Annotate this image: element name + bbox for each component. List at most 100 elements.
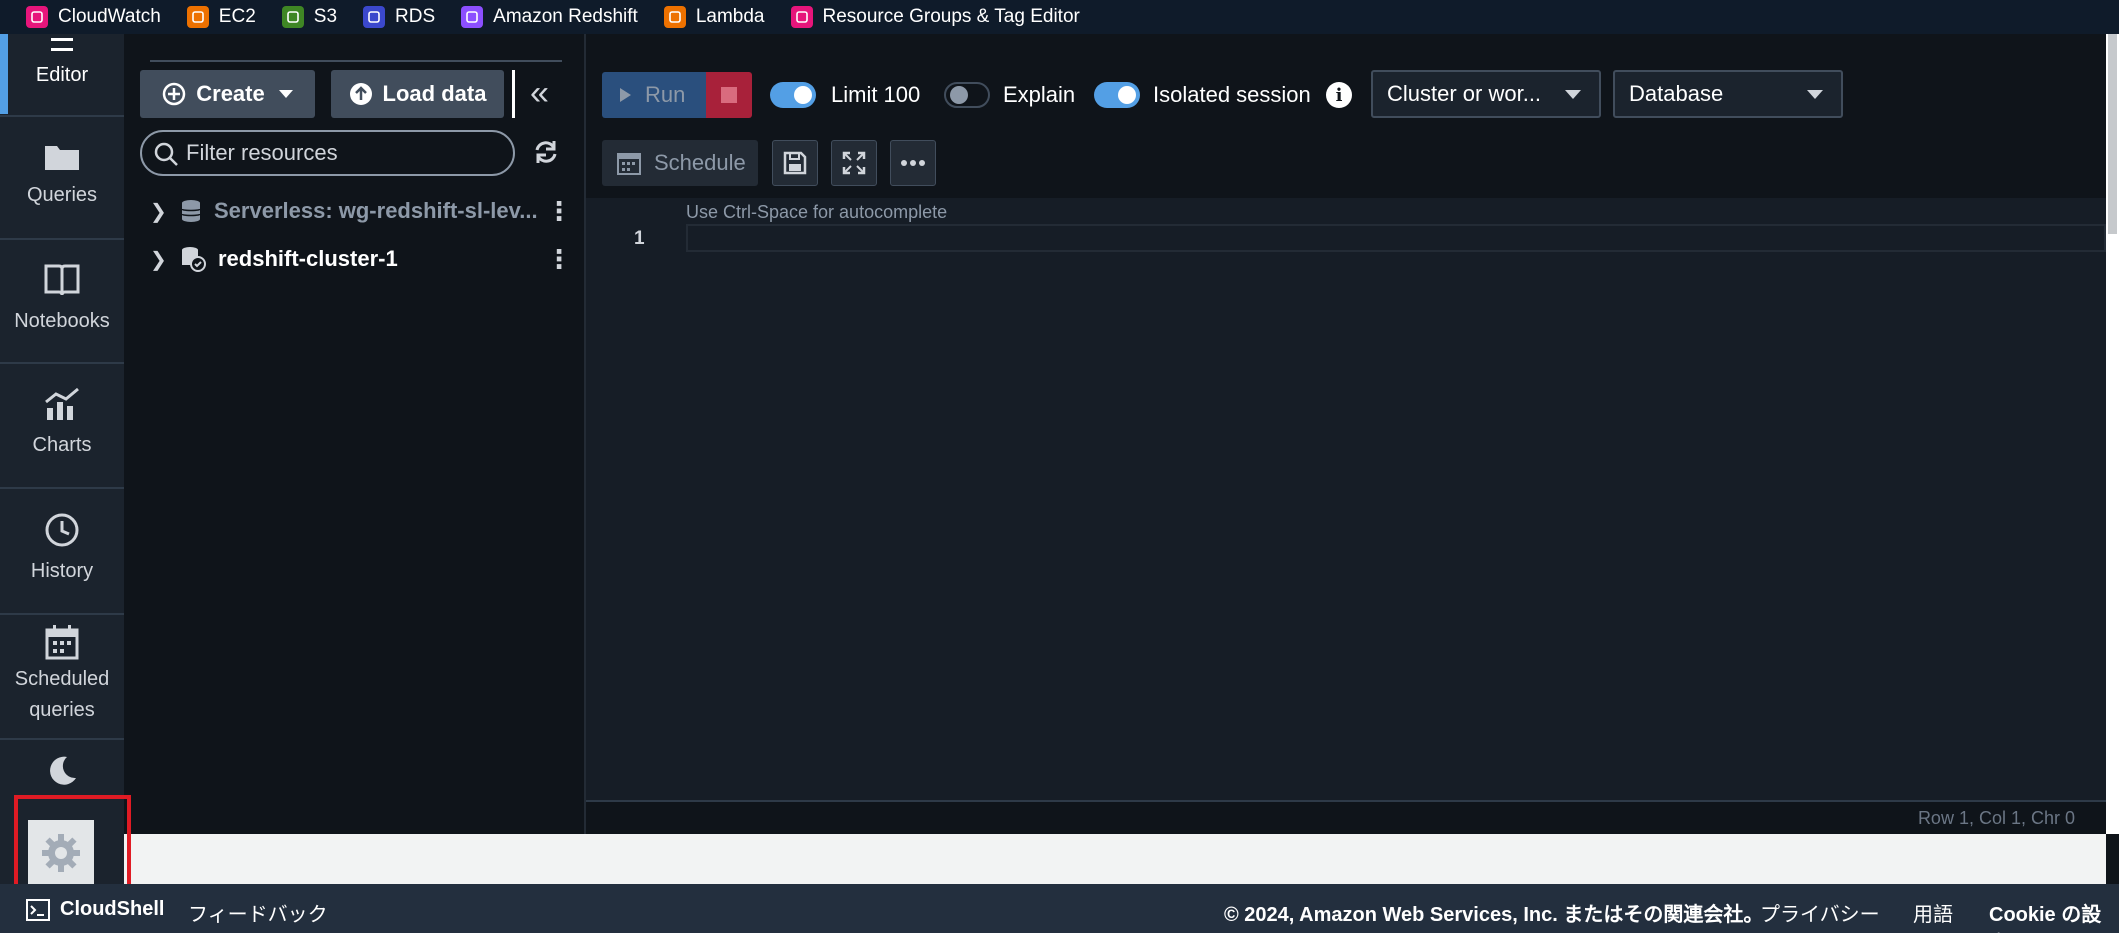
ec2-icon bbox=[186, 6, 209, 28]
feedback-link[interactable]: フィードバック bbox=[188, 898, 328, 927]
cloudwatch-icon bbox=[26, 6, 48, 28]
active-line[interactable] bbox=[686, 224, 2106, 252]
code-editor[interactable] bbox=[586, 198, 2106, 800]
console-footer: CloudShell フィードバック © 2024, Amazon Web Se… bbox=[0, 884, 2119, 933]
save-button[interactable] bbox=[772, 140, 818, 186]
page-bottom-band bbox=[124, 834, 2106, 884]
vertical-scrollbar[interactable] bbox=[2106, 34, 2119, 834]
database-icon bbox=[181, 200, 201, 222]
rail-item-history[interactable]: History bbox=[0, 512, 124, 587]
load-data-button[interactable]: Load data bbox=[331, 70, 504, 118]
rail-divider bbox=[0, 738, 124, 740]
database-select-value: Database bbox=[1629, 81, 1724, 106]
isolated-session-toggle[interactable] bbox=[1094, 82, 1140, 108]
more-options-icon[interactable]: ⋮ bbox=[546, 198, 572, 224]
plus-circle-icon bbox=[163, 82, 186, 106]
rail-label-notebooks: Notebooks bbox=[14, 310, 110, 332]
terms-link[interactable]: 用語 bbox=[1913, 898, 1953, 927]
play-icon bbox=[620, 88, 631, 102]
more-options-icon[interactable]: ⋮ bbox=[546, 246, 572, 272]
calendar-icon bbox=[617, 153, 641, 175]
favorite-label: Resource Groups & Tag Editor bbox=[822, 6, 1080, 27]
favorite-label: RDS bbox=[395, 6, 436, 27]
tree-item-serverless[interactable]: ❯ Serverless: wg-redshift-sl-lev... bbox=[150, 198, 538, 224]
fullscreen-button[interactable] bbox=[831, 140, 877, 186]
privacy-link[interactable]: プライバシー bbox=[1760, 898, 1880, 927]
caret-down-icon bbox=[1807, 90, 1823, 99]
limit-100-label: Limit 100 bbox=[831, 82, 921, 107]
scrollbar-thumb[interactable] bbox=[2108, 34, 2117, 234]
rail-item-scheduled-queries[interactable]: Scheduled queries bbox=[0, 624, 124, 726]
favorite-ec2[interactable]: EC2 bbox=[186, 0, 256, 34]
panel-header-divider bbox=[150, 34, 562, 62]
create-button[interactable]: Create bbox=[140, 70, 315, 118]
cluster-icon bbox=[182, 247, 206, 272]
tree-item-label: Serverless: wg-redshift-sl-lev... bbox=[214, 198, 538, 223]
schedule-button[interactable]: Schedule bbox=[602, 140, 758, 186]
favorite-resource-groups-tag-editor[interactable]: Resource Groups & Tag Editor bbox=[790, 0, 1080, 34]
cookie-settings-link[interactable]: Cookie の設定 bbox=[1989, 898, 2119, 933]
favorites-bar: CloudWatch EC2 S3 RDS Amazon Redshift Lambda R… bbox=[0, 0, 2119, 34]
more-actions-button[interactable] bbox=[890, 140, 936, 186]
stop-button[interactable] bbox=[706, 72, 752, 118]
rail-label-history: History bbox=[30, 560, 94, 582]
rail-item-editor[interactable]: Editor bbox=[0, 34, 124, 114]
editor-status-bar bbox=[586, 800, 2106, 834]
favorite-s3[interactable]: S3 bbox=[281, 0, 338, 34]
chevron-right-icon[interactable]: ❯ bbox=[150, 247, 180, 272]
rail-item-charts[interactable]: Charts bbox=[0, 386, 124, 461]
chart-icon bbox=[45, 387, 79, 420]
run-label: Run bbox=[645, 82, 686, 107]
rail-divider bbox=[0, 487, 124, 489]
cloudshell-link[interactable]: CloudShell bbox=[26, 898, 164, 921]
explain-toggle[interactable] bbox=[944, 82, 990, 108]
stop-icon bbox=[721, 87, 737, 103]
moon-icon bbox=[50, 756, 76, 785]
rail-item-queries[interactable]: Queries bbox=[0, 140, 124, 211]
limit-100-toggle[interactable] bbox=[770, 82, 816, 108]
rail-item-notebooks[interactable]: Notebooks bbox=[0, 262, 124, 337]
refresh-icon[interactable] bbox=[532, 138, 560, 166]
s3-icon bbox=[281, 6, 304, 28]
collapse-panel-icon[interactable]: « bbox=[530, 76, 549, 110]
line-number: 1 bbox=[634, 228, 645, 249]
favorite-amazon-redshift[interactable]: Amazon Redshift bbox=[461, 0, 638, 34]
favorite-label: EC2 bbox=[218, 6, 256, 27]
tree-item-cluster[interactable]: ❯ redshift-cluster-1 bbox=[150, 246, 398, 272]
favorite-lambda[interactable]: Lambda bbox=[663, 0, 765, 34]
cloudshell-label: CloudShell bbox=[60, 898, 165, 920]
dark-mode-toggle[interactable] bbox=[0, 754, 124, 788]
redshift-icon bbox=[461, 6, 484, 28]
isolated-session-label: Isolated session bbox=[1153, 82, 1311, 107]
rail-label-scheduled-line2: queries bbox=[29, 699, 95, 721]
rail-label-queries: Queries bbox=[26, 184, 98, 206]
favorite-label: S3 bbox=[313, 6, 338, 27]
filter-resources-input[interactable]: Filter resources bbox=[140, 130, 515, 176]
favorite-cloudwatch[interactable]: CloudWatch bbox=[26, 0, 161, 34]
favorite-rds[interactable]: RDS bbox=[363, 0, 435, 34]
calendar-icon bbox=[45, 625, 79, 660]
resource-groups-icon bbox=[790, 6, 813, 28]
folder-icon bbox=[45, 146, 79, 170]
editor-icon bbox=[51, 38, 73, 51]
search-icon bbox=[154, 142, 178, 166]
run-button[interactable]: Run bbox=[602, 72, 706, 118]
info-icon[interactable]: i bbox=[1326, 82, 1352, 108]
rail-label-editor: Editor bbox=[35, 64, 89, 86]
rail-divider bbox=[0, 362, 124, 364]
chevron-right-icon[interactable]: ❯ bbox=[150, 199, 180, 224]
cluster-select[interactable]: Cluster or wor... bbox=[1371, 70, 1601, 118]
save-icon bbox=[783, 151, 807, 175]
upload-icon bbox=[349, 83, 372, 105]
rail-divider bbox=[0, 238, 124, 240]
rail-label-charts: Charts bbox=[32, 434, 92, 456]
cluster-select-value: Cluster or wor... bbox=[1387, 81, 1542, 106]
terminal-icon bbox=[26, 898, 50, 921]
rail-label-scheduled-line1: Scheduled bbox=[14, 668, 110, 690]
explain-label: Explain bbox=[1003, 82, 1076, 107]
database-select[interactable]: Database bbox=[1613, 70, 1843, 118]
panel-resize-handle[interactable] bbox=[512, 70, 515, 118]
clock-icon bbox=[45, 513, 79, 547]
cursor-position: Row 1, Col 1, Chr 0 bbox=[1917, 808, 2075, 828]
caret-down-icon bbox=[278, 90, 293, 98]
